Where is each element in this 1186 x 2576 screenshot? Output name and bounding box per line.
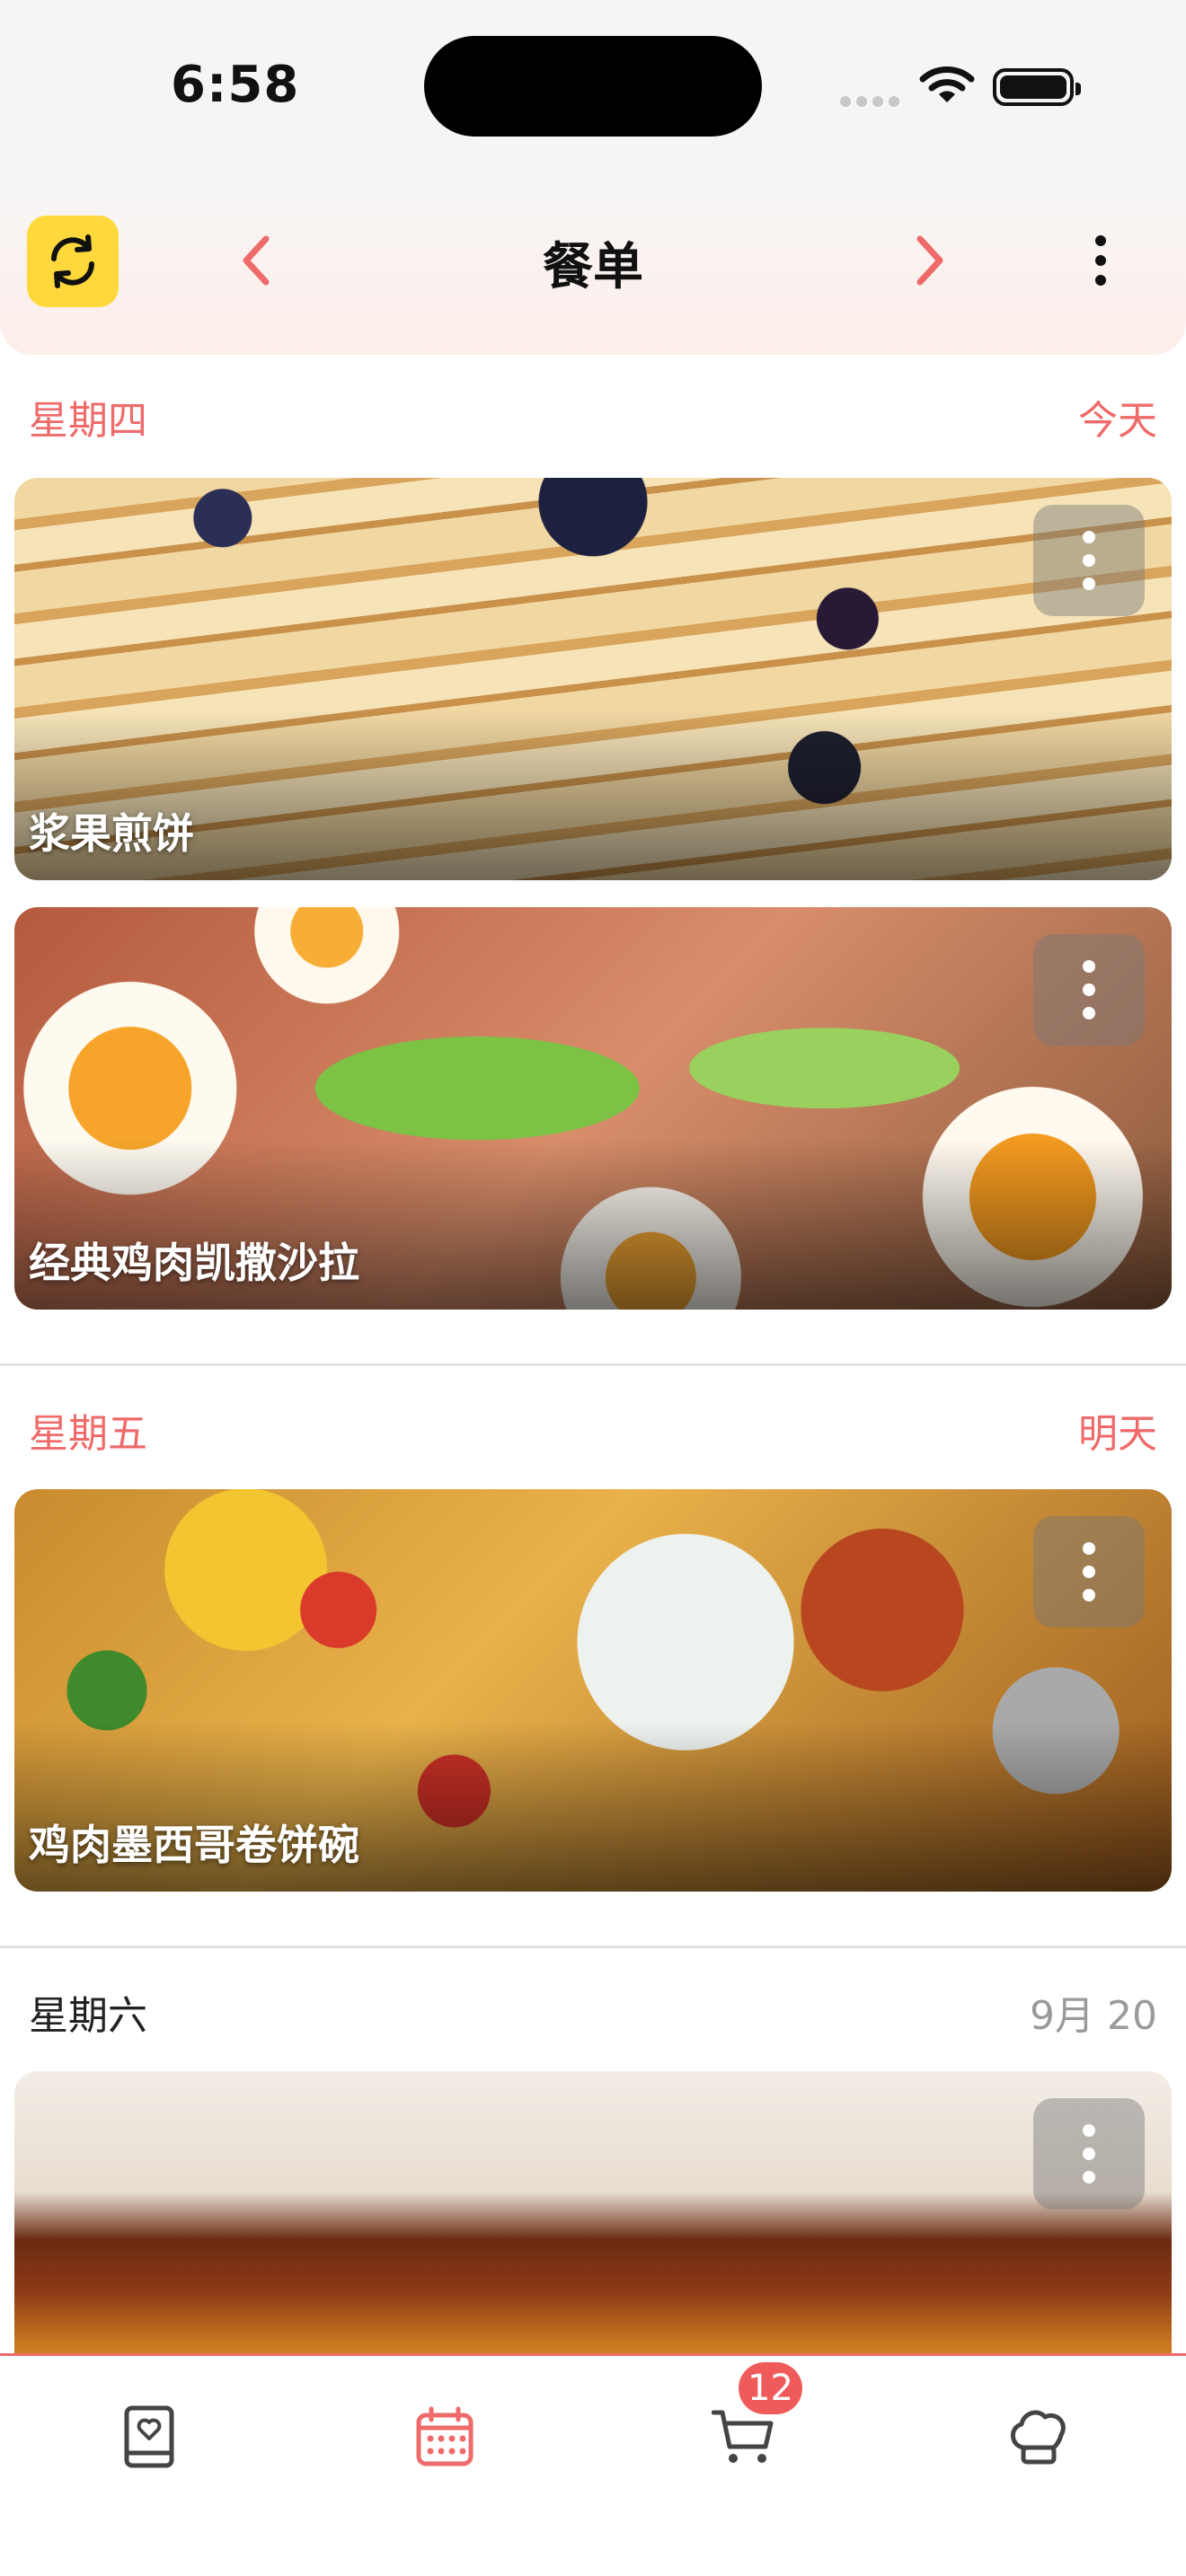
day-label: 星期四 bbox=[29, 398, 147, 444]
more-vertical-icon bbox=[1095, 235, 1106, 286]
meal-card[interactable]: 鸡肉墨西哥卷饼碗 bbox=[14, 1489, 1172, 1892]
header-area: 6:58 餐单 bbox=[0, 0, 1186, 355]
meal-name: 经典鸡肉凯撒沙拉 bbox=[29, 1239, 359, 1287]
sync-button[interactable] bbox=[27, 216, 119, 307]
chef-hat-icon bbox=[1011, 2410, 1066, 2465]
meal-options-button[interactable] bbox=[1033, 505, 1145, 616]
meal-name: 鸡肉墨西哥卷饼碗 bbox=[29, 1821, 359, 1869]
next-week-button[interactable] bbox=[904, 229, 958, 292]
recipe-book-icon bbox=[124, 2405, 174, 2468]
meal-options-button[interactable] bbox=[1033, 1516, 1145, 1628]
meal-name: 浆果煎饼 bbox=[29, 809, 194, 858]
tab-recipes[interactable] bbox=[104, 2392, 194, 2482]
chevron-left-icon bbox=[243, 235, 270, 286]
chevron-right-icon bbox=[916, 235, 943, 286]
sync-icon bbox=[51, 234, 94, 288]
battery-icon bbox=[993, 68, 1081, 106]
cart-count-badge: 12 bbox=[739, 2362, 802, 2414]
section-divider bbox=[0, 1945, 1186, 1948]
day-relative-date: 今天 bbox=[1078, 398, 1157, 444]
day-date: 9月 20 bbox=[1030, 1993, 1157, 2039]
cart-icon bbox=[712, 2410, 774, 2463]
cellular-signal-icon bbox=[840, 93, 905, 110]
section-divider bbox=[0, 1363, 1186, 1366]
status-time: 6:58 bbox=[171, 56, 300, 114]
meal-card[interactable]: 经典鸡肉凯撒沙拉 bbox=[14, 907, 1172, 1310]
day-label: 星期六 bbox=[29, 1993, 147, 2039]
bottom-tab-bar bbox=[0, 2353, 1186, 2576]
dynamic-island bbox=[424, 36, 762, 137]
tab-meal-plan[interactable] bbox=[400, 2392, 490, 2482]
page-title: 餐单 bbox=[543, 238, 643, 296]
day-relative-date: 明天 bbox=[1078, 1411, 1157, 1457]
meal-options-button[interactable] bbox=[1033, 2098, 1145, 2210]
calendar-icon bbox=[416, 2406, 474, 2466]
previous-week-button[interactable] bbox=[228, 229, 282, 292]
meal-card[interactable]: 浆果煎饼 bbox=[14, 478, 1172, 880]
day-label: 星期五 bbox=[29, 1411, 147, 1457]
tab-chef[interactable] bbox=[994, 2392, 1084, 2482]
more-options-button[interactable] bbox=[1074, 229, 1128, 292]
wifi-icon bbox=[919, 65, 975, 110]
meal-options-button[interactable] bbox=[1033, 934, 1145, 1045]
